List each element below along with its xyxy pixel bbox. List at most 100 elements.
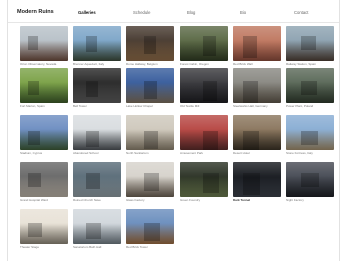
gallery-caption[interactable]: Desert Hotel — [233, 152, 281, 156]
photo-shading — [233, 115, 281, 150]
gallery-thumbnail[interactable] — [20, 115, 68, 150]
gallery-item[interactable]: Green Foundry — [180, 162, 228, 203]
gallery-caption[interactable]: Green Foundry — [180, 199, 228, 203]
gallery-thumbnail[interactable] — [233, 162, 281, 197]
gallery-thumbnail[interactable] — [233, 115, 281, 150]
gallery-caption[interactable]: Bell Tower — [73, 105, 121, 109]
gallery-item[interactable]: Desert Hotel — [233, 115, 281, 156]
gallery-caption[interactable]: North Sanitarium — [126, 152, 174, 156]
gallery-item[interactable]: Orion Observatory, Nevada — [20, 26, 68, 67]
photo-shading — [233, 162, 281, 197]
gallery-thumbnail[interactable] — [126, 209, 174, 244]
gallery-thumbnail[interactable] — [73, 162, 121, 197]
gallery-item[interactable]: Stone Fortress, Italy — [286, 115, 334, 156]
gallery-thumbnail[interactable] — [180, 162, 228, 197]
gallery-item[interactable]: Theater Stage — [20, 209, 68, 250]
nav-link-galleries[interactable]: Galleries — [78, 10, 96, 15]
gallery-item[interactable]: Red Brick Tower — [126, 209, 174, 250]
gallery-caption[interactable]: Old Textile Mill — [180, 105, 228, 109]
gallery-item[interactable]: Stadium, Cyprus — [20, 115, 68, 156]
gallery-caption[interactable]: Steelworks Hall, Germany — [233, 105, 281, 109]
gallery-caption[interactable]: Stone Fortress, Italy — [286, 152, 334, 156]
gallery-thumbnail[interactable] — [286, 26, 334, 61]
gallery-caption[interactable]: Abandoned School — [73, 152, 121, 156]
site-brand[interactable]: Modern Ruins — [17, 9, 54, 15]
nav-link-contact[interactable]: Contact — [294, 10, 308, 15]
gallery-thumbnail[interactable] — [126, 26, 174, 61]
gallery-caption[interactable]: Night Factory — [286, 199, 334, 203]
gallery-item[interactable]: Red Brick Wall — [233, 26, 281, 67]
gallery-item[interactable]: Grand Hospital Ward — [20, 162, 68, 203]
gallery-caption[interactable]: Brenner Aqueduct, Italy — [73, 63, 121, 67]
photo-shading — [286, 26, 334, 61]
gallery-thumbnail[interactable] — [20, 209, 68, 244]
gallery-caption[interactable]: Sanatorium Bath Hall — [73, 246, 121, 250]
gallery-thumbnail[interactable] — [233, 68, 281, 103]
gallery-item[interactable]: Sanatorium Bath Hall — [73, 209, 121, 250]
gallery-caption[interactable]: Railway Station, Spain — [286, 63, 334, 67]
gallery-item[interactable]: Power Plant, Poland — [286, 68, 334, 109]
gallery-thumbnail[interactable] — [180, 26, 228, 61]
gallery-item[interactable]: Dome Hallway, Belgium — [126, 26, 174, 67]
nav-link-schedule[interactable]: Schedule — [133, 10, 150, 15]
gallery-caption[interactable]: Lake Hollow Chapel — [126, 105, 174, 109]
gallery-caption[interactable]: Red Brick Tower — [126, 246, 174, 250]
gallery-item[interactable]: Bell Tower — [73, 68, 121, 109]
gallery-thumbnail[interactable] — [126, 115, 174, 150]
gallery-thumbnail[interactable] — [73, 115, 121, 150]
gallery-caption[interactable]: Orion Observatory, Nevada — [20, 63, 68, 67]
gallery-item[interactable]: Amusement Park — [180, 115, 228, 156]
gallery-thumbnail[interactable] — [73, 68, 121, 103]
gallery-thumbnail[interactable] — [126, 162, 174, 197]
gallery-thumbnail[interactable] — [20, 162, 68, 197]
gallery-caption[interactable]: Glass Factory — [126, 199, 174, 203]
nav-link-blog[interactable]: Blog — [187, 10, 195, 15]
photo-shading — [73, 26, 121, 61]
gallery-thumbnail[interactable] — [180, 68, 228, 103]
gallery-thumbnail[interactable] — [20, 26, 68, 61]
gallery-thumbnail[interactable] — [73, 209, 121, 244]
nav-link-bio[interactable]: Bio — [240, 10, 246, 15]
gallery-item[interactable]: Fort Marion, Spain — [20, 68, 68, 109]
photo-shading — [286, 115, 334, 150]
photo-shading — [126, 26, 174, 61]
gallery-caption[interactable]: Fort Marion, Spain — [20, 105, 68, 109]
gallery-caption[interactable]: Ruined Church Nave — [73, 199, 121, 203]
photo-shading — [126, 162, 174, 197]
gallery-caption[interactable]: Stadium, Cyprus — [20, 152, 68, 156]
gallery-item[interactable]: Steelworks Hall, Germany — [233, 68, 281, 109]
gallery-item[interactable]: Forest Cabin, Oregon — [180, 26, 228, 67]
gallery-caption[interactable]: Dark Tunnel — [233, 199, 281, 203]
gallery-item[interactable]: Glass Factory — [126, 162, 174, 203]
gallery-caption[interactable]: Power Plant, Poland — [286, 105, 334, 109]
gallery-caption[interactable]: Dome Hallway, Belgium — [126, 63, 174, 67]
gallery-item[interactable]: Abandoned School — [73, 115, 121, 156]
gallery-thumbnail[interactable] — [73, 26, 121, 61]
gallery-item[interactable]: Brenner Aqueduct, Italy — [73, 26, 121, 67]
photo-shading — [233, 26, 281, 61]
top-navigation: Modern Ruins Galleries Schedule Blog Bio… — [8, 8, 339, 23]
photo-shading — [126, 209, 174, 244]
gallery-thumbnail[interactable] — [126, 68, 174, 103]
gallery-caption[interactable]: Grand Hospital Ward — [20, 199, 68, 203]
gallery-thumbnail[interactable] — [286, 68, 334, 103]
gallery-item[interactable]: Ruined Church Nave — [73, 162, 121, 203]
gallery-item[interactable]: Lake Hollow Chapel — [126, 68, 174, 109]
gallery-caption[interactable]: Red Brick Wall — [233, 63, 281, 67]
gallery-thumbnail[interactable] — [286, 162, 334, 197]
gallery-item[interactable]: Night Factory — [286, 162, 334, 203]
gallery-caption[interactable]: Forest Cabin, Oregon — [180, 63, 228, 67]
gallery-item[interactable]: Dark Tunnel — [233, 162, 281, 203]
gallery-thumbnail[interactable] — [233, 26, 281, 61]
photo-shading — [20, 68, 68, 103]
gallery-thumbnail[interactable] — [20, 68, 68, 103]
gallery-thumbnail[interactable] — [286, 115, 334, 150]
photo-shading — [20, 162, 68, 197]
gallery-item[interactable]: North Sanitarium — [126, 115, 174, 156]
gallery-thumbnail[interactable] — [180, 115, 228, 150]
photo-shading — [233, 68, 281, 103]
gallery-item[interactable]: Railway Station, Spain — [286, 26, 334, 67]
gallery-caption[interactable]: Amusement Park — [180, 152, 228, 156]
gallery-caption[interactable]: Theater Stage — [20, 246, 68, 250]
gallery-item[interactable]: Old Textile Mill — [180, 68, 228, 109]
